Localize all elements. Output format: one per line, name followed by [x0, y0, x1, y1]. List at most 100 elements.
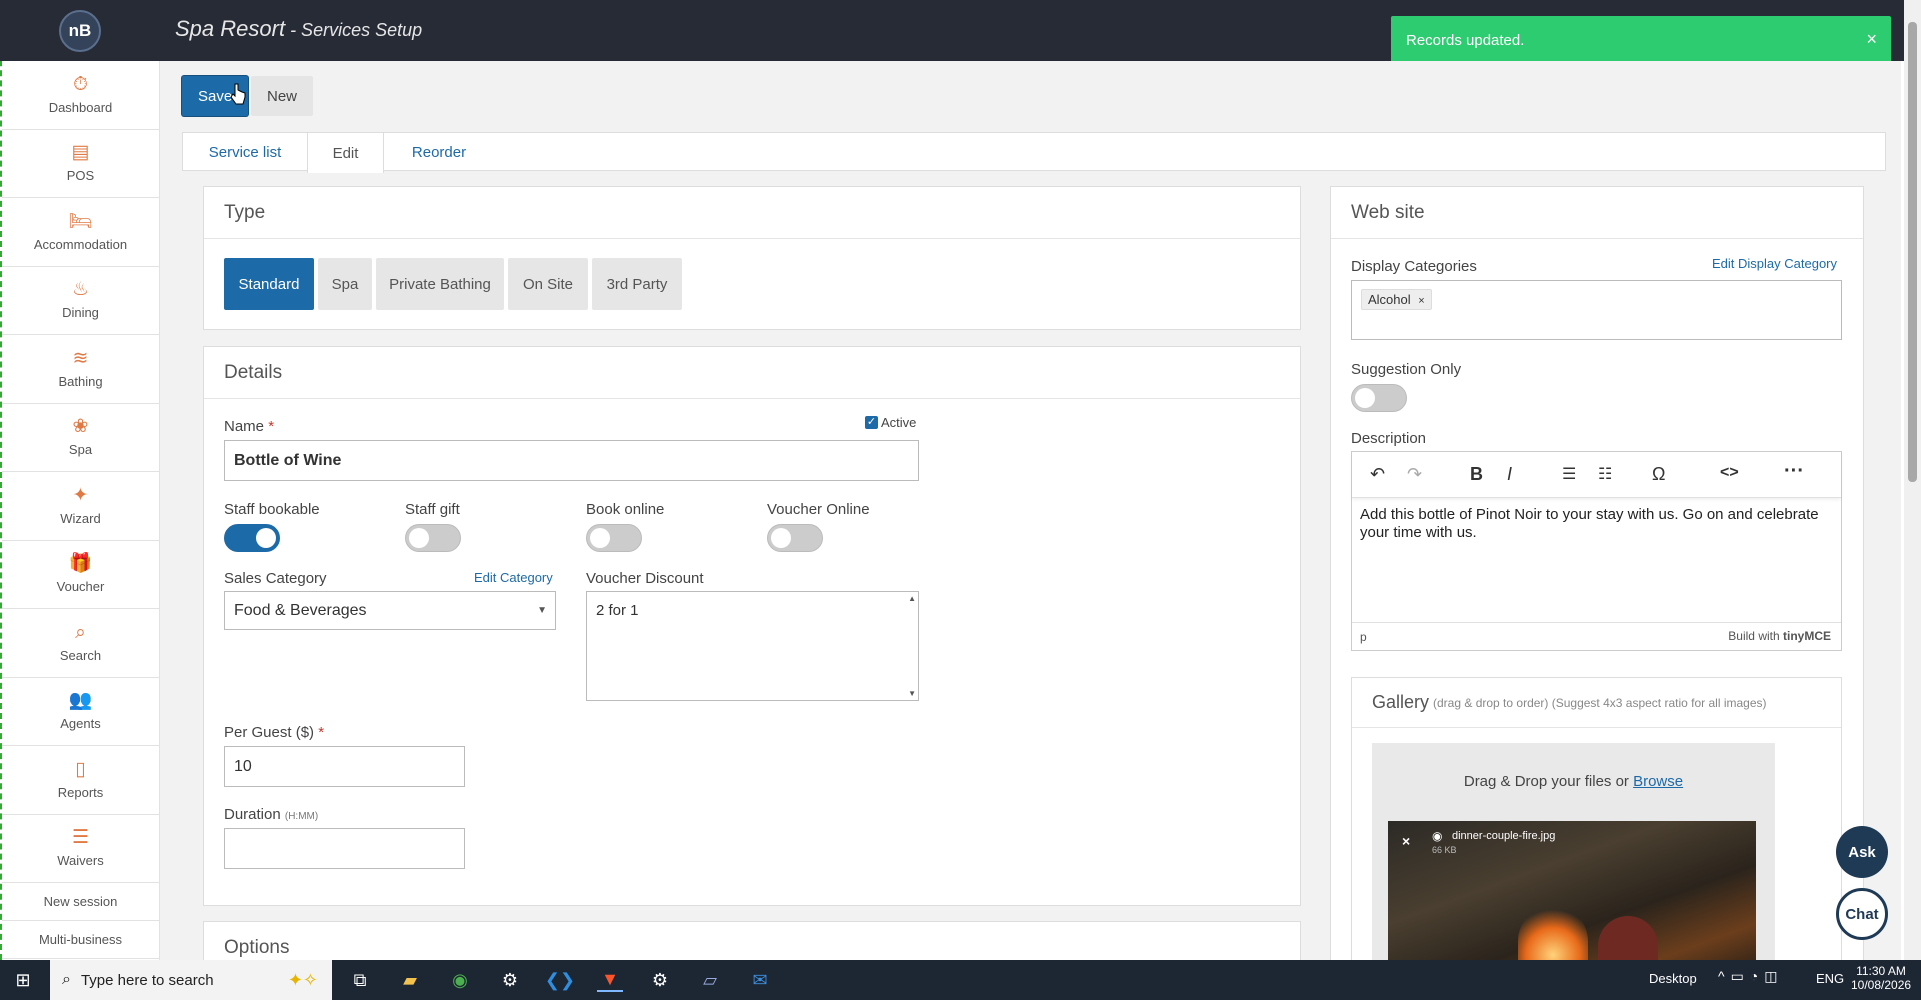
type-spa-button[interactable]: Spa [318, 258, 372, 310]
sidebar-item-bathing[interactable]: ≋ Bathing [2, 335, 159, 404]
type-3rd-party-button[interactable]: 3rd Party [592, 258, 682, 310]
system-tray-icons[interactable]: ^▭◔◫ [1718, 968, 1783, 985]
sidebar-item-spa[interactable]: ❀ Spa [2, 404, 159, 472]
active-checkbox[interactable]: ✓ [865, 416, 878, 429]
code-icon[interactable]: <> [1720, 464, 1739, 482]
outlook-icon[interactable]: ✉ [747, 968, 773, 992]
page-scrollbar[interactable] [1904, 0, 1921, 960]
multi-business-link[interactable]: Multi-business [2, 921, 159, 959]
eye-icon[interactable]: ◉ [1432, 829, 1442, 843]
pos-icon: ▤ [71, 142, 90, 164]
desktop-toolbar-label[interactable]: Desktop [1649, 971, 1697, 986]
chrome-icon[interactable]: ◉ [447, 968, 473, 992]
sidebar-item-dashboard[interactable]: ⏱ Dashboard [2, 61, 159, 130]
task-view-icon[interactable]: ⧉ [347, 968, 373, 992]
more-icon[interactable]: ··· [1784, 460, 1804, 483]
display-categories-label: Display Categories [1351, 258, 1477, 275]
gallery-dropzone[interactable]: Drag & Drop your files or Browse × ◉ din… [1372, 743, 1775, 983]
per-guest-input[interactable]: 10 [224, 746, 465, 787]
voucher-icon: 🎁 [68, 553, 93, 575]
gallery-section: Gallery (drag & drop to order) (Suggest … [1351, 677, 1842, 997]
sidebar-item-pos[interactable]: ▤ POS [2, 130, 159, 198]
sidebar-item-label: Dashboard [48, 99, 113, 115]
sidebar-item-wizard[interactable]: ✦ Wizard [2, 472, 159, 541]
type-private-bathing-button[interactable]: Private Bathing [376, 258, 504, 310]
remove-image-icon[interactable]: × [1402, 833, 1410, 849]
staff-gift-toggle[interactable] [405, 524, 461, 552]
sidebar-item-dining[interactable]: ♨ Dining [2, 267, 159, 335]
sidebar-item-agents[interactable]: 👥 Agents [2, 678, 159, 746]
name-label: Name * [224, 418, 275, 435]
duration-input[interactable] [224, 828, 465, 869]
book-online-toggle[interactable] [586, 524, 642, 552]
sidebar-item-label: Wizard [60, 510, 101, 526]
type-on-site-button[interactable]: On Site [508, 258, 588, 310]
per-guest-label: Per Guest ($) * [224, 724, 325, 741]
suggestion-only-label: Suggestion Only [1351, 361, 1462, 378]
active-checkbox-wrap: ✓ Active [865, 415, 916, 430]
edit-display-category-link[interactable]: Edit Display Category [1712, 256, 1837, 271]
staff-bookable-toggle[interactable] [224, 524, 280, 552]
tool-app-icon[interactable]: ⚙ [497, 968, 523, 992]
type-panel-title: Type [204, 187, 1300, 239]
sidebar-item-waivers[interactable]: ☰ Waivers [2, 815, 159, 883]
taskbar-search[interactable]: ⌕ Type here to search ✦✧ [50, 960, 332, 1000]
edit-category-link[interactable]: Edit Category [474, 570, 553, 585]
browse-link[interactable]: Browse [1633, 773, 1683, 790]
bold-icon[interactable]: B [1470, 464, 1483, 485]
type-panel: Type Standard Spa Private Bathing On Sit… [203, 186, 1301, 330]
new-button[interactable]: New [251, 76, 314, 116]
ask-button[interactable]: Ask [1836, 826, 1888, 878]
sales-category-select[interactable]: Food & Beverages ▼ [224, 591, 556, 630]
windows-start-icon[interactable]: ⊞ [10, 968, 36, 992]
sidebar-item-accommodation[interactable]: 🛏 Accommodation [2, 198, 159, 267]
sidebar-item-label: POS [66, 168, 95, 184]
editor-content[interactable]: Add this bottle of Pinot Noir to your st… [1352, 498, 1841, 622]
scrollbar-thumb[interactable] [1908, 22, 1917, 482]
sidebar-item-label: Waivers [57, 853, 104, 869]
app-logo[interactable]: nB [0, 0, 160, 61]
tab-reorder[interactable]: Reorder [384, 133, 494, 171]
undo-icon[interactable]: ↶ [1370, 464, 1385, 485]
sidebar-item-reports[interactable]: ▯ Reports [2, 746, 159, 815]
editor-path: p [1360, 630, 1367, 644]
new-session-link[interactable]: New session [2, 883, 159, 921]
close-icon[interactable]: × [1866, 29, 1877, 50]
scroll-down-icon[interactable]: ▼ [908, 689, 916, 698]
name-input[interactable]: Bottle of Wine [224, 440, 919, 481]
tab-service-list[interactable]: Service list [183, 133, 307, 171]
redo-icon[interactable]: ↷ [1407, 464, 1422, 485]
file-explorer-icon[interactable]: ▰ [397, 968, 423, 992]
voucher-discount-textarea[interactable]: 2 for 1 ▲ ▼ [586, 591, 919, 701]
sidebar-item-label: Agents [60, 716, 101, 732]
gallery-image[interactable]: × ◉ dinner-couple-fire.jpg 66 KB [1388, 821, 1756, 983]
tab-bar: Service list Edit Reorder [182, 132, 1886, 173]
language-indicator[interactable]: ENG [1816, 971, 1844, 986]
numbered-list-icon[interactable]: ☷ [1598, 464, 1612, 484]
italic-icon[interactable]: I [1507, 464, 1512, 485]
image-filename: dinner-couple-fire.jpg [1452, 830, 1556, 842]
sidebar-item-label: Voucher [56, 579, 105, 595]
voucher-discount-label: Voucher Discount [586, 570, 704, 587]
tab-edit[interactable]: Edit [307, 133, 384, 173]
settings-icon[interactable]: ⚙ [647, 968, 673, 992]
brave-browser-icon[interactable]: ▼ [597, 968, 623, 992]
success-toast: Records updated. × [1391, 16, 1891, 64]
vscode-icon[interactable]: ❮❯ [545, 968, 575, 992]
remove-tag-icon[interactable]: × [1418, 295, 1424, 307]
display-categories-input[interactable]: Alcohol × [1351, 280, 1842, 340]
scroll-up-icon[interactable]: ▲ [908, 594, 916, 603]
sidebar-item-search[interactable]: ⌕ Search [2, 609, 159, 678]
rich-text-editor: ↶ ↷ B I ☰ ☷ Ω <> ··· Add this bottle of … [1351, 451, 1842, 651]
voucher-online-toggle[interactable] [767, 524, 823, 552]
accommodation-icon: 🛏 [68, 210, 93, 232]
bullet-list-icon[interactable]: ☰ [1562, 464, 1576, 484]
suggestion-only-toggle[interactable] [1351, 384, 1407, 412]
sidebar-item-voucher[interactable]: 🎁 Voucher [2, 541, 159, 609]
notes-app-icon[interactable]: ▱ [697, 968, 723, 992]
clock[interactable]: 11:30 AM 10/08/2026 [1851, 964, 1911, 992]
chat-button[interactable]: Chat [1836, 888, 1888, 940]
special-char-icon[interactable]: Ω [1652, 464, 1665, 485]
type-standard-button[interactable]: Standard [224, 258, 314, 310]
dropdown-arrow-icon: ▼ [537, 605, 547, 616]
